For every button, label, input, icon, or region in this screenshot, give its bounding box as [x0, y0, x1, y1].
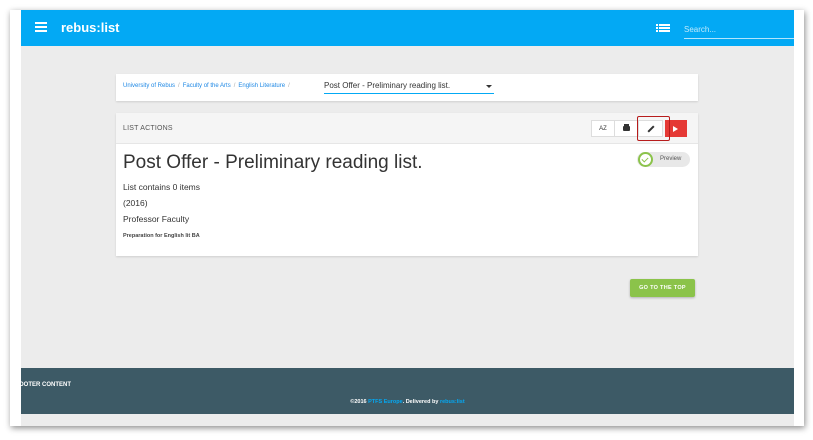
rebus-link[interactable]: rebus:list: [440, 399, 465, 405]
go-to-top-button[interactable]: GO TO THE TOP: [630, 279, 695, 297]
search-input[interactable]: [684, 21, 794, 39]
sort-az-icon: AZ: [599, 125, 607, 132]
list-view-icon[interactable]: [659, 24, 670, 32]
preview-toggle[interactable]: Preview: [637, 152, 690, 167]
footer: OOTER CONTENT ©2016 PTFS Europe. Deliver…: [19, 368, 794, 414]
window-border-left: [10, 10, 21, 426]
top-navbar: rebus:list: [21, 10, 794, 46]
print-icon: [623, 124, 630, 131]
breadcrumb: University of Rebus / Faculty of the Arts /…: [123, 83, 293, 89]
menu-icon[interactable]: [35, 22, 47, 32]
check-icon: [638, 152, 653, 167]
breadcrumb-separator: /: [178, 83, 180, 89]
list-actions-label: LIST ACTIONS: [123, 125, 173, 132]
footer-heading: OOTER CONTENT: [19, 382, 71, 388]
print-button[interactable]: [615, 120, 639, 137]
list-description: Preparation for English lit BA: [123, 233, 200, 239]
preview-label: Preview: [660, 156, 682, 162]
brand-logo[interactable]: rebus:list: [61, 20, 120, 35]
list-actions-buttons: AZ: [591, 120, 687, 137]
breadcrumb-card: University of Rebus / Faculty of the Arts /…: [116, 74, 698, 101]
breadcrumb-item-department[interactable]: English Literature: [238, 83, 285, 89]
play-icon: [673, 125, 678, 132]
list-title: Post Offer - Preliminary reading list.: [123, 152, 423, 173]
breadcrumb-item-faculty[interactable]: Faculty of the Arts: [183, 83, 231, 89]
list-select-value: Post Offer - Preliminary reading list.: [324, 81, 451, 90]
sort-az-button[interactable]: AZ: [591, 120, 615, 137]
copyright-prefix: ©2016: [350, 399, 369, 405]
window-border-right: [794, 10, 804, 426]
ptfs-link[interactable]: PTFS Europe: [368, 399, 403, 405]
edit-button[interactable]: [639, 120, 663, 137]
list-select-dropdown[interactable]: Post Offer - Preliminary reading list.: [324, 79, 494, 94]
footer-copyright: ©2016 PTFS Europe. Delivered by rebus:li…: [21, 399, 794, 405]
list-actions-bar: LIST ACTIONS AZ: [116, 113, 698, 144]
list-item-count: List contains 0 items: [123, 182, 201, 192]
edit-icon: [646, 124, 655, 133]
breadcrumb-item-university[interactable]: University of Rebus: [123, 83, 175, 89]
play-button[interactable]: [665, 120, 687, 137]
list-card: LIST ACTIONS AZ Post Offer - Preliminary…: [116, 113, 698, 256]
copyright-mid: . Delivered by: [402, 399, 440, 405]
list-owner: Professor Faculty: [123, 214, 190, 224]
list-year: (2016): [123, 198, 148, 208]
breadcrumb-separator: /: [233, 83, 236, 89]
caret-down-icon: [486, 85, 492, 88]
breadcrumb-separator: /: [288, 83, 290, 89]
app-window: rebus:list University of Rebus/Faculty o…: [10, 10, 804, 426]
